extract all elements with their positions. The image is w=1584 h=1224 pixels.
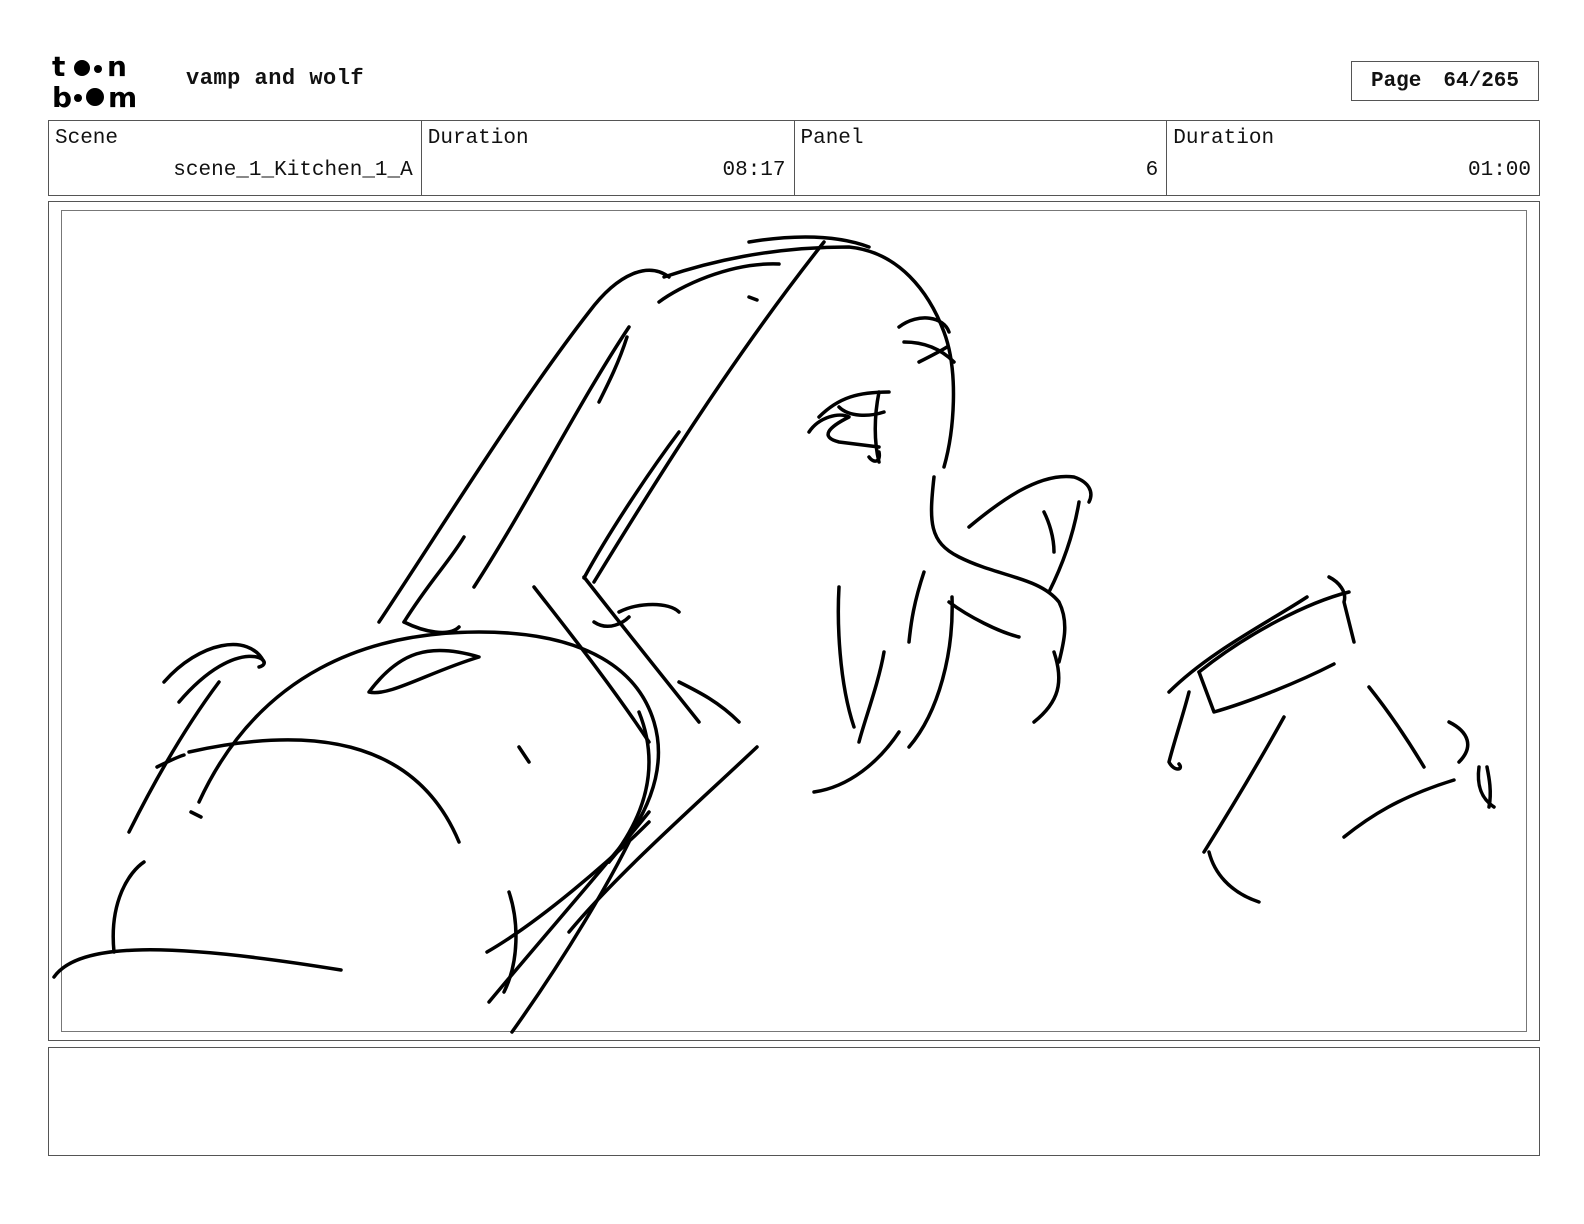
panel-sketch-image (52, 235, 1496, 1034)
scene-duration-label: Duration (427, 127, 529, 150)
panel-notes (48, 1047, 1540, 1156)
project-title: vamp and wolf (186, 66, 365, 91)
toon-boom-logo-icon: t n b m (52, 52, 137, 110)
panel-value: 6 (1145, 159, 1159, 182)
scene-duration-value: 08:17 (722, 159, 786, 182)
scene-cell: Scene scene_1_Kitchen_1_A (49, 121, 422, 195)
panel-info-bar: Scene scene_1_Kitchen_1_A Duration 08:17… (48, 120, 1540, 196)
page-number: 64/265 (1443, 69, 1520, 93)
page-label: Page (1370, 69, 1422, 93)
panel-duration-cell: Duration 01:00 (1167, 121, 1539, 195)
storyboard-panel (48, 201, 1540, 1041)
svg-text:n: n (107, 52, 127, 83)
scene-duration-cell: Duration 08:17 (422, 121, 795, 195)
panel-cell: Panel 6 (795, 121, 1168, 195)
scene-label: Scene (55, 127, 119, 150)
scene-value: scene_1_Kitchen_1_A (173, 159, 413, 182)
svg-text:m: m (108, 81, 137, 110)
svg-text:t: t (52, 52, 65, 83)
toon-boom-logo: t n b m (52, 52, 164, 110)
svg-text:b: b (52, 81, 72, 110)
panel-duration-label: Duration (1173, 127, 1275, 150)
panel-label: Panel (800, 127, 864, 150)
page-indicator: Page 64/265 (1351, 61, 1539, 101)
panel-duration-value: 01:00 (1467, 159, 1531, 182)
